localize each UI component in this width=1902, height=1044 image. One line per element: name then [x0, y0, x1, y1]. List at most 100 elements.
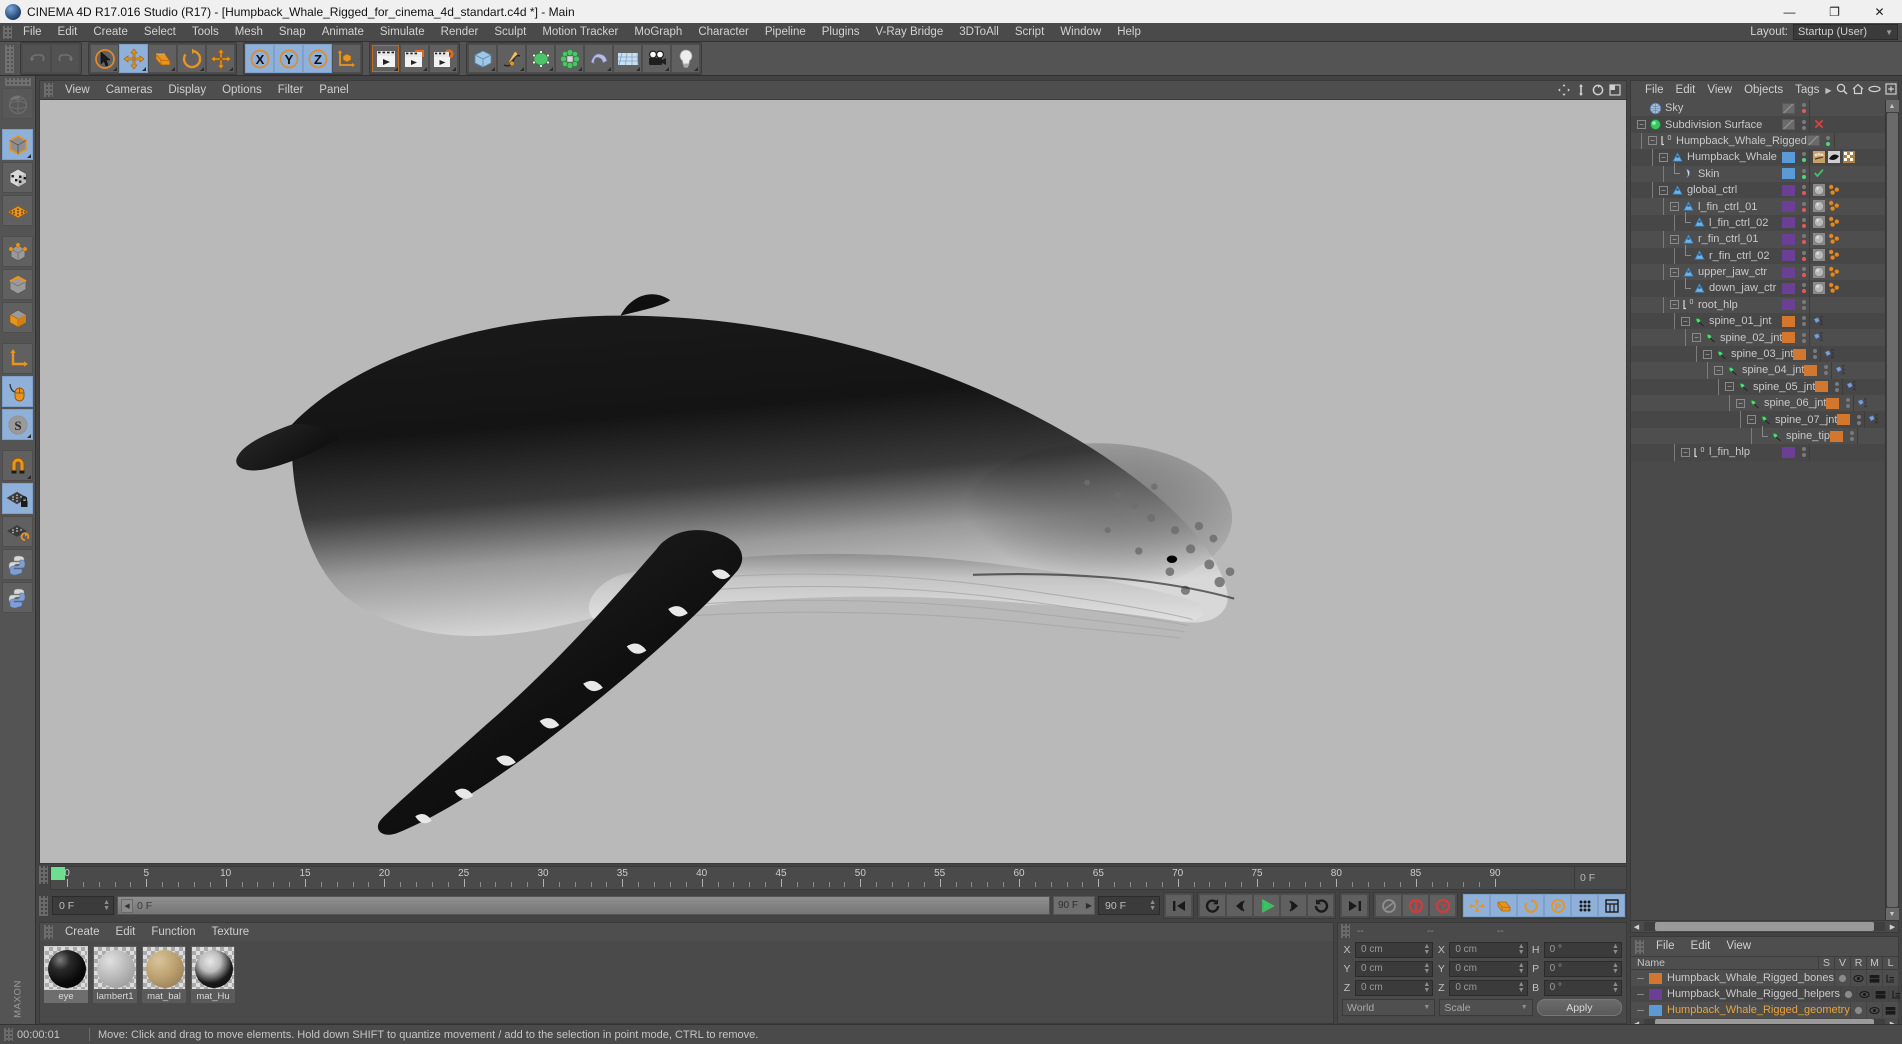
polygon-mode-button[interactable]	[2, 302, 33, 333]
tag-icon-sphere[interactable]	[1813, 183, 1826, 197]
visibility-dot-render[interactable]	[1801, 322, 1806, 327]
viewport-menu-options[interactable]: Options	[214, 81, 270, 100]
tag-icon-joint[interactable]: PSR	[1857, 397, 1870, 410]
menu-item-script[interactable]: Script	[1007, 23, 1052, 42]
add-bend-button[interactable]	[584, 44, 613, 73]
menu-item-tools[interactable]: Tools	[184, 23, 227, 42]
visibility-dot-editor[interactable]	[1801, 447, 1806, 452]
menu-item-animate[interactable]: Animate	[314, 23, 372, 42]
layer-toggle-view[interactable]	[1856, 986, 1872, 1002]
tag-icon-texture[interactable]	[1828, 150, 1841, 164]
object-row[interactable]: − r_fin_ctrl_01	[1631, 231, 1885, 248]
tag-icon-joint[interactable]: PSR	[1835, 364, 1848, 377]
toolbar-grip[interactable]	[5, 44, 14, 73]
tree-expand-toggle[interactable]: −	[1648, 136, 1657, 146]
visibility-dot-render[interactable]	[1801, 223, 1806, 228]
layout-dropdown[interactable]: Startup (User) ▼	[1793, 24, 1898, 40]
apply-button[interactable]: Apply	[1536, 999, 1622, 1016]
tag-icon-orange3[interactable]	[1828, 233, 1841, 246]
spinner-icon[interactable]: ▲ ▼	[1612, 943, 1619, 956]
visibility-dot-editor[interactable]	[1801, 217, 1806, 222]
material-item[interactable]: mat_bal	[142, 946, 186, 1018]
left-toolbar-grip[interactable]	[4, 78, 31, 86]
material-swatch-0[interactable]	[44, 946, 88, 990]
more-menu-icon[interactable]: ▶	[1825, 86, 1831, 95]
go-to-start-button[interactable]	[1165, 894, 1192, 917]
visibility-dot-render[interactable]	[1801, 256, 1806, 261]
object-layer-swatch[interactable]	[1826, 397, 1840, 409]
object-visibility-dots[interactable]	[1798, 103, 1809, 114]
object-visibility-dots[interactable]	[1853, 414, 1864, 425]
tree-expand-toggle[interactable]: −	[1670, 202, 1679, 212]
object-menu-objects[interactable]: Objects	[1738, 81, 1789, 100]
spinner-icon-2[interactable]: ▲ ▼	[1149, 899, 1156, 912]
axis-x-button[interactable]: X	[245, 44, 274, 73]
menu-item-snap[interactable]: Snap	[271, 23, 314, 42]
menu-item-render[interactable]: Render	[433, 23, 487, 42]
menu-item-edit[interactable]: Edit	[50, 23, 86, 42]
menu-item-help[interactable]: Help	[1109, 23, 1149, 42]
coord-input-size-1[interactable]: 0 cm ▲ ▼	[1449, 960, 1528, 977]
visibility-dot-render[interactable]	[1845, 404, 1850, 409]
material-item[interactable]: eye	[44, 946, 88, 1018]
minimize-button[interactable]: —	[1767, 0, 1812, 23]
object-row[interactable]: r_fin_ctrl_02	[1631, 245, 1885, 264]
layer-row[interactable]: Humpback_Whale_Rigged_geometry	[1631, 1002, 1899, 1018]
tag-icon-sphere[interactable]	[1813, 281, 1826, 295]
tag-icon-sphere[interactable]	[1813, 265, 1826, 279]
object-tree-hscrollbar[interactable]: ◀ ▶	[1631, 920, 1898, 932]
object-row[interactable]: − spine_05_jnt P S R	[1631, 378, 1885, 396]
object-visibility-dots[interactable]	[1798, 217, 1809, 228]
tag-icon-cross[interactable]	[1813, 118, 1826, 131]
render-to-picture-button[interactable]	[400, 44, 429, 73]
world-coordinate-button[interactable]	[332, 44, 361, 73]
visibility-dot-render[interactable]	[1801, 338, 1806, 343]
enable-axis-button[interactable]	[2, 376, 33, 407]
object-row[interactable]: − 0 root_hlp	[1631, 296, 1885, 314]
object-visibility-dots[interactable]	[1798, 283, 1809, 294]
menu-item-pipeline[interactable]: Pipeline	[757, 23, 814, 42]
coordinate-mode-dropdown[interactable]: Scale ▼	[1439, 999, 1533, 1016]
object-menu-edit[interactable]: Edit	[1670, 81, 1702, 100]
tag-icon-joint[interactable]: PSR	[1868, 413, 1881, 426]
visibility-dot-editor[interactable]	[1801, 185, 1806, 190]
object-layer-swatch[interactable]	[1782, 184, 1795, 196]
position-key-button[interactable]	[1463, 894, 1490, 917]
current-frame-marker[interactable]	[51, 867, 65, 880]
spinner-icon[interactable]: ▲ ▼	[1423, 943, 1430, 956]
hscroll-left-arrow[interactable]: ◀	[1631, 923, 1642, 931]
layer-toggle-render[interactable]	[1865, 970, 1882, 986]
maximize-button[interactable]: ❐	[1812, 0, 1857, 23]
menu-item-select[interactable]: Select	[136, 23, 184, 42]
viewport-menu-panel[interactable]: Panel	[311, 81, 356, 100]
step-back-button[interactable]	[1226, 894, 1253, 917]
tag-icon-joint[interactable]: PSR	[1846, 380, 1859, 393]
object-row[interactable]: − 0 l_fin_hlp	[1631, 444, 1885, 461]
viewport-3d[interactable]	[39, 99, 1627, 864]
layer-menu-edit[interactable]: Edit	[1683, 937, 1719, 956]
spinner-icon[interactable]: ▲ ▼	[1518, 943, 1525, 956]
layer-toggle-solo[interactable]	[1849, 1002, 1866, 1018]
tree-expand-toggle[interactable]: −	[1692, 333, 1701, 343]
tree-expand-toggle[interactable]: −	[1714, 365, 1723, 375]
object-layer-swatch[interactable]	[1782, 266, 1795, 278]
object-row[interactable]: − upper_jaw_ctr	[1631, 263, 1885, 281]
object-visibility-dots[interactable]	[1798, 234, 1809, 245]
object-layer-swatch[interactable]	[1782, 168, 1795, 180]
object-row[interactable]: Skin	[1631, 163, 1885, 182]
object-visibility-dots[interactable]	[1846, 431, 1857, 441]
visibility-dot-editor[interactable]	[1849, 431, 1854, 435]
spinner-icon[interactable]: ▲ ▼	[1612, 962, 1619, 975]
autokeying-button[interactable]	[1402, 894, 1429, 917]
spinner-icon[interactable]: ▲ ▼	[1518, 962, 1525, 975]
visibility-dot-editor[interactable]	[1801, 152, 1806, 157]
menu-item-motion-tracker[interactable]: Motion Tracker	[534, 23, 626, 42]
visibility-dot-editor[interactable]	[1801, 267, 1806, 272]
model-mode-button[interactable]	[2, 129, 33, 160]
material-menu-edit[interactable]: Edit	[108, 923, 144, 942]
move-tool-button[interactable]	[119, 44, 148, 73]
tag-icon-check[interactable]	[1813, 167, 1826, 180]
visibility-dot-render[interactable]	[1801, 125, 1806, 130]
visibility-dot-render[interactable]	[1801, 174, 1806, 179]
visibility-dot-editor[interactable]	[1801, 299, 1806, 304]
